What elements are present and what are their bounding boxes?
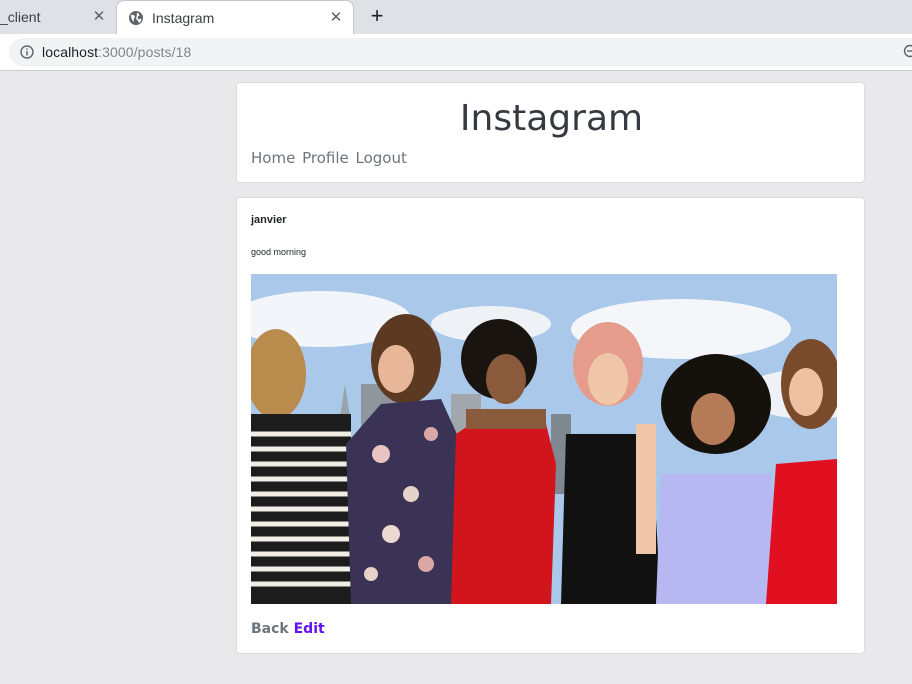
post-actions: Back Edit: [251, 621, 325, 637]
main-nav: Home Profile Logout: [251, 149, 409, 167]
browser-tab-bar: _client ✕ Instagram ✕ +: [0, 0, 912, 34]
nav-home-link[interactable]: Home: [251, 149, 295, 167]
post-photo: [251, 274, 837, 604]
url-path: :3000/posts/18: [98, 44, 192, 60]
info-icon[interactable]: [20, 45, 34, 59]
browser-tab-instagram[interactable]: Instagram ✕: [116, 0, 354, 34]
browser-toolbar: localhost:3000/posts/18: [0, 34, 912, 71]
address-bar[interactable]: localhost:3000/posts/18: [9, 38, 912, 66]
close-tab-icon[interactable]: ✕: [327, 9, 345, 27]
url-text[interactable]: localhost:3000/posts/18: [42, 44, 191, 60]
edit-link[interactable]: Edit: [294, 621, 325, 637]
nav-logout-link[interactable]: Logout: [356, 149, 407, 167]
globe-icon: [129, 11, 143, 25]
nav-profile-link[interactable]: Profile: [302, 149, 349, 167]
tab-title: _client: [0, 9, 41, 25]
site-title: Instagram: [459, 98, 644, 139]
post-card: janvier good morning Back Edit: [236, 197, 865, 654]
zoom-out-icon[interactable]: [903, 44, 912, 58]
new-tab-button[interactable]: +: [366, 5, 388, 27]
url-host: localhost: [42, 44, 99, 60]
post-author: janvier: [251, 214, 287, 226]
tab-title: Instagram: [152, 10, 215, 26]
browser-tab-client[interactable]: _client ✕: [0, 0, 116, 34]
back-link[interactable]: Back: [251, 621, 289, 637]
post-caption: good morning: [251, 247, 307, 257]
header-card: Instagram Home Profile Logout: [236, 82, 865, 183]
close-tab-icon[interactable]: ✕: [90, 8, 108, 26]
